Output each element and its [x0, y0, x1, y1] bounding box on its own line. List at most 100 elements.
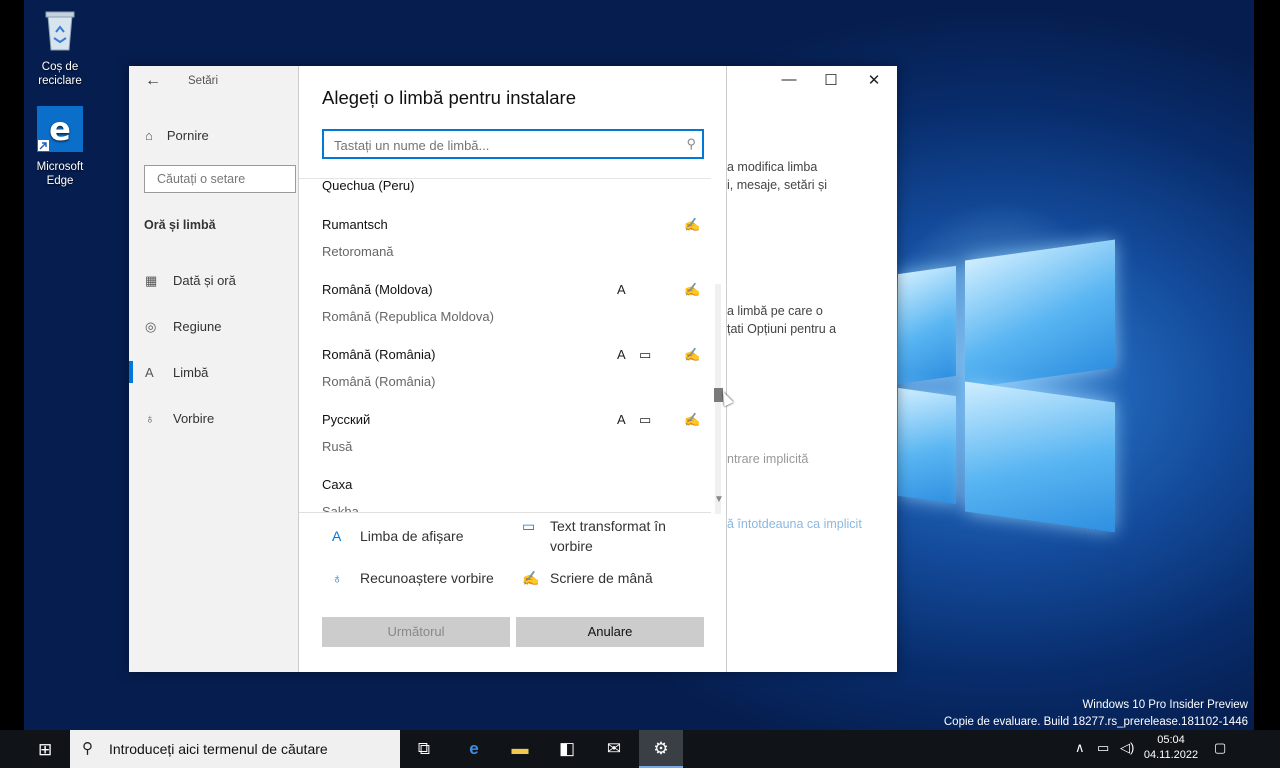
- task-view-icon[interactable]: ⧉: [402, 730, 446, 768]
- settings-search-placeholder: Căutați o setare: [157, 172, 246, 186]
- sidebar-item-label: Regiune: [173, 319, 222, 334]
- language-item[interactable]: Rumantsch Retoromană ✍: [299, 217, 711, 282]
- display-language-icon: A: [617, 282, 626, 297]
- display-language-icon: A: [617, 347, 626, 362]
- language-name: Română (Moldova): [322, 282, 433, 297]
- screen-border-right: [1254, 0, 1280, 730]
- sidebar-item-label: Dată și oră: [173, 273, 236, 288]
- language-native-name: Română (Republica Moldova): [322, 309, 494, 324]
- language-name: Rumantsch: [322, 217, 388, 232]
- file-explorer-icon[interactable]: ▬: [498, 730, 542, 768]
- settings-right-text-1: a modifica limba i, mesaje, setări și: [727, 160, 828, 192]
- watermark-line-1: Windows 10 Pro Insider Preview: [1082, 699, 1248, 711]
- maximize-button[interactable]: ☐: [817, 71, 845, 89]
- taskbar-search-box[interactable]: ⚲ Introduceți aici termenul de căutare: [70, 730, 400, 768]
- handwriting-icon: ✍: [684, 412, 701, 427]
- language-name: Quechua (Peru): [322, 178, 415, 193]
- sidebar-item-date-time[interactable]: ▦ Dată și oră: [145, 273, 236, 289]
- taskbar-clock[interactable]: 05:04 04.11.2022: [1140, 733, 1202, 763]
- home-label: Pornire: [166, 128, 209, 143]
- wallpaper-pane: [965, 239, 1115, 389]
- sidebar-item-speech[interactable]: ♁ Vorbire: [145, 411, 214, 426]
- language-name: Русский: [322, 412, 371, 427]
- language-list-scrollbar[interactable]: ▼: [711, 178, 727, 514]
- chevron-up-icon[interactable]: ∧: [1075, 740, 1085, 756]
- clock-date: 04.11.2022: [1143, 749, 1199, 761]
- svg-text:e: e: [49, 110, 71, 148]
- dialog-title: Alegeți o limbă pentru instalare: [322, 87, 577, 108]
- edge-label: Microsoft Edge: [36, 161, 84, 187]
- settings-sidebar: ← Setări ⌂ Pornire Căutați o setare Oră ș…: [129, 66, 299, 672]
- wallpaper-pane: [965, 381, 1115, 533]
- cancel-button[interactable]: Anulare: [516, 617, 704, 647]
- close-button[interactable]: ✕: [860, 71, 888, 89]
- recycle-bin-shortcut[interactable]: Coș de reciclare: [22, 8, 98, 88]
- mail-icon[interactable]: ✉: [592, 730, 636, 768]
- microphone-icon: ♁: [145, 411, 155, 426]
- language-icon: A: [145, 365, 154, 380]
- sidebar-section-title: Oră și limbă: [144, 218, 216, 232]
- build-watermark: Windows 10 Pro Insider Preview Copie de …: [944, 697, 1248, 730]
- recycle-bin-icon: [22, 8, 98, 56]
- legend-label: Recunoaștere vorbire: [360, 570, 494, 586]
- settings-app-title: Setări: [188, 75, 219, 87]
- recycle-bin-label: Coș de reciclare: [38, 61, 82, 87]
- language-native-name: Retoromană: [322, 244, 394, 259]
- next-button[interactable]: Următorul: [322, 617, 510, 647]
- home-icon: ⌂: [145, 128, 153, 143]
- edge-taskbar-icon[interactable]: e: [452, 730, 496, 768]
- edge-shortcut[interactable]: e Microsoft Edge: [22, 106, 98, 188]
- sidebar-item-label: Limbă: [173, 365, 209, 380]
- search-icon: ⚲: [82, 740, 93, 757]
- language-name: Română (România): [322, 347, 436, 362]
- text-to-speech-icon: ▭: [639, 347, 652, 362]
- volume-icon[interactable]: ◁): [1120, 740, 1134, 756]
- notification-center-icon[interactable]: ▢: [1214, 740, 1226, 756]
- handwriting-icon: ✍: [522, 570, 540, 586]
- legend-label: Text transformat în vorbire: [550, 518, 666, 554]
- back-arrow-icon[interactable]: ←: [145, 72, 161, 90]
- legend-label: Limba de afișare: [360, 528, 464, 544]
- language-item[interactable]: Română (România) Română (România) A ▭ ✍: [299, 347, 711, 412]
- store-icon[interactable]: ◧: [545, 730, 589, 768]
- sidebar-item-language[interactable]: A Limbă: [145, 365, 208, 380]
- sidebar-item-region[interactable]: ◎ Regiune: [145, 319, 221, 335]
- language-search-box[interactable]: ⚲: [322, 129, 704, 159]
- watermark-line-2: Copie de evaluare. Build 18277.rs_prerel…: [943, 716, 1248, 728]
- settings-right-link[interactable]: ă întotdeauna ca implicit: [727, 515, 877, 533]
- search-icon: ⚲: [686, 136, 696, 151]
- screen-border-left: [0, 0, 24, 730]
- sidebar-item-home[interactable]: ⌂ Pornire: [145, 128, 209, 143]
- globe-icon: ◎: [145, 319, 157, 334]
- network-icon[interactable]: ▭: [1097, 740, 1109, 756]
- minimize-button[interactable]: —: [775, 71, 803, 88]
- handwriting-icon: ✍: [684, 282, 701, 297]
- text-to-speech-icon: ▭: [639, 412, 652, 427]
- sidebar-item-label: Vorbire: [173, 411, 215, 426]
- language-item[interactable]: Русский Rusă A ▭ ✍: [299, 412, 711, 477]
- handwriting-icon: ✍: [684, 217, 701, 232]
- settings-right-text-3: ntrare implicită: [727, 452, 809, 466]
- language-search-input[interactable]: [332, 132, 676, 158]
- language-item[interactable]: Caxa Sakha: [299, 477, 711, 513]
- legend-label: Scriere de mână: [550, 570, 653, 586]
- settings-right-text-2: a limbă pe care o țati Opțiuni pentru a: [727, 304, 837, 336]
- settings-search-input[interactable]: Căutați o setare: [144, 165, 296, 193]
- display-language-icon: A: [617, 412, 626, 427]
- chevron-down-icon[interactable]: ▼: [714, 494, 724, 505]
- edge-icon: e: [22, 106, 98, 156]
- calendar-icon: ▦: [145, 273, 158, 288]
- display-language-icon: A: [332, 528, 342, 544]
- wallpaper-pane: [898, 387, 956, 505]
- language-name: Caxa: [322, 477, 353, 492]
- windows-start-icon[interactable]: ⊞: [38, 740, 52, 760]
- language-native-name: Română (România): [322, 374, 436, 389]
- text-to-speech-icon: ▭: [522, 518, 536, 534]
- clock-time: 05:04: [1157, 734, 1185, 746]
- settings-gear-icon[interactable]: ⚙: [639, 730, 683, 768]
- language-list[interactable]: Quechua (Peru) Rumantsch Retoromană ✍ Ro…: [299, 178, 711, 513]
- microphone-icon: ♁: [332, 570, 343, 586]
- sidebar-selection-marker: [129, 361, 133, 383]
- wallpaper-pane: [898, 265, 956, 385]
- language-item[interactable]: Română (Moldova) Română (Republica Moldo…: [299, 282, 711, 347]
